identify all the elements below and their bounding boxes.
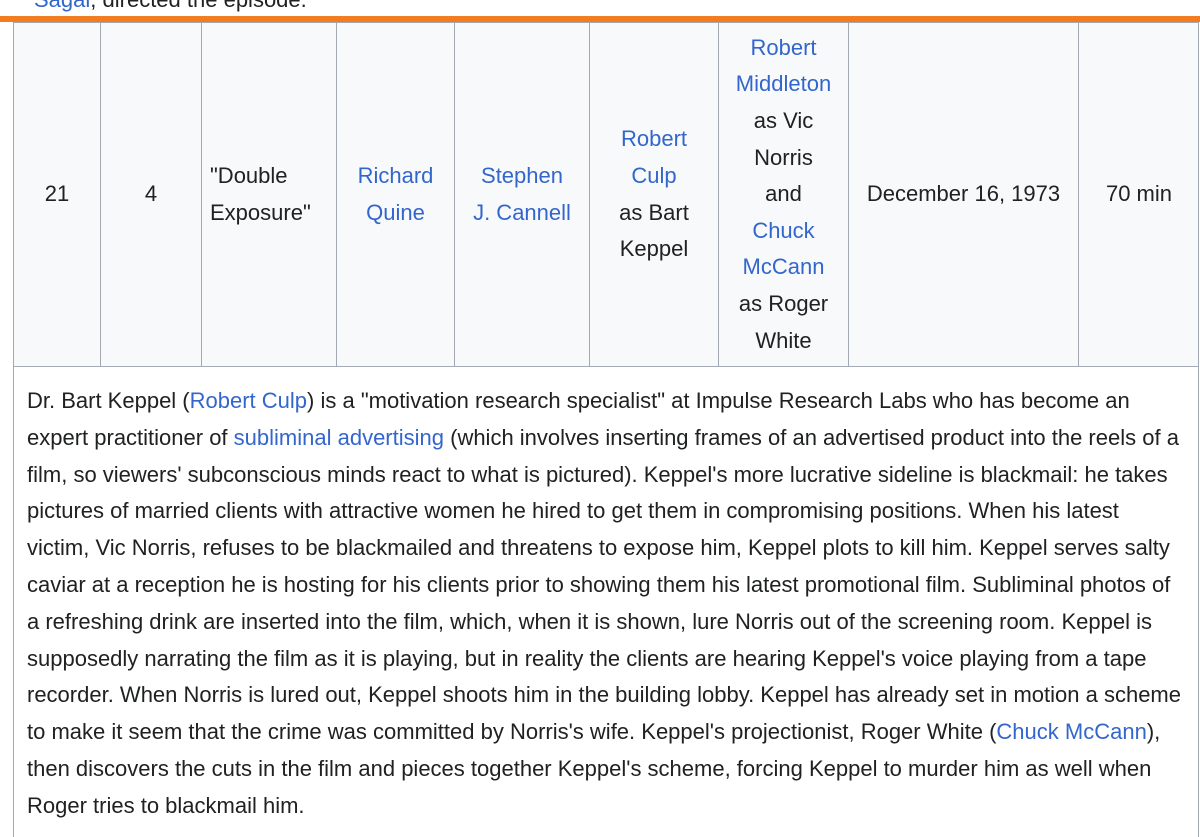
episode-title: "Double Exposure" (201, 22, 337, 367)
sagal-link[interactable]: Sagal (34, 0, 90, 12)
murderer-role: as Bart (619, 199, 689, 225)
previous-summary-text: , directed the episode. (90, 0, 306, 12)
writer-cell: Stephen J. Cannell (454, 22, 590, 367)
episode-number-in-season: 4 (100, 22, 202, 367)
victim2-link[interactable]: Chuck McCann (727, 213, 840, 286)
episode-number-overall: 21 (14, 22, 101, 367)
victims-and: and (765, 181, 802, 207)
episode-table: 21 4 "Double Exposure" Richard Quine Step… (14, 22, 1198, 837)
director-link[interactable]: Richard Quine (345, 158, 446, 231)
murderer-role-name: Keppel (619, 236, 689, 262)
episode-row: 21 4 "Double Exposure" Richard Quine Step… (14, 22, 1198, 367)
victim1-role: as Vic (753, 108, 814, 134)
victims-cell: Robert Middleton as Vic Norris and Chuck M… (718, 22, 849, 367)
runtime: 70 min (1078, 22, 1198, 367)
previous-summary-tail: Sagal, directed the episode. (34, 0, 307, 12)
victim1-link[interactable]: Robert Middleton (727, 30, 840, 103)
subliminal-advertising-link[interactable]: subliminal advertising (234, 425, 444, 450)
robert-culp-link[interactable]: Robert Culp (190, 388, 307, 413)
victim2-role-name: White (755, 327, 812, 353)
air-date: December 16, 1973 (848, 22, 1079, 367)
summary-row: Dr. Bart Keppel (Robert Culp) is a "moti… (14, 366, 1198, 837)
murderer-cell: Robert Culp as Bart Keppel (589, 22, 719, 367)
victim1-role-name: Norris (754, 144, 813, 170)
murderer-link[interactable]: Robert Culp (598, 121, 710, 194)
chuck-mccann-link[interactable]: Chuck McCann (996, 719, 1146, 744)
episode-summary: Dr. Bart Keppel (Robert Culp) is a "moti… (14, 366, 1198, 837)
victim2-role: as Roger (738, 290, 829, 316)
director-cell: Richard Quine (336, 22, 455, 367)
episode-table-wrapper: 21 4 "Double Exposure" Richard Quine Step… (13, 22, 1199, 837)
writer-link[interactable]: Stephen J. Cannell (463, 158, 581, 231)
